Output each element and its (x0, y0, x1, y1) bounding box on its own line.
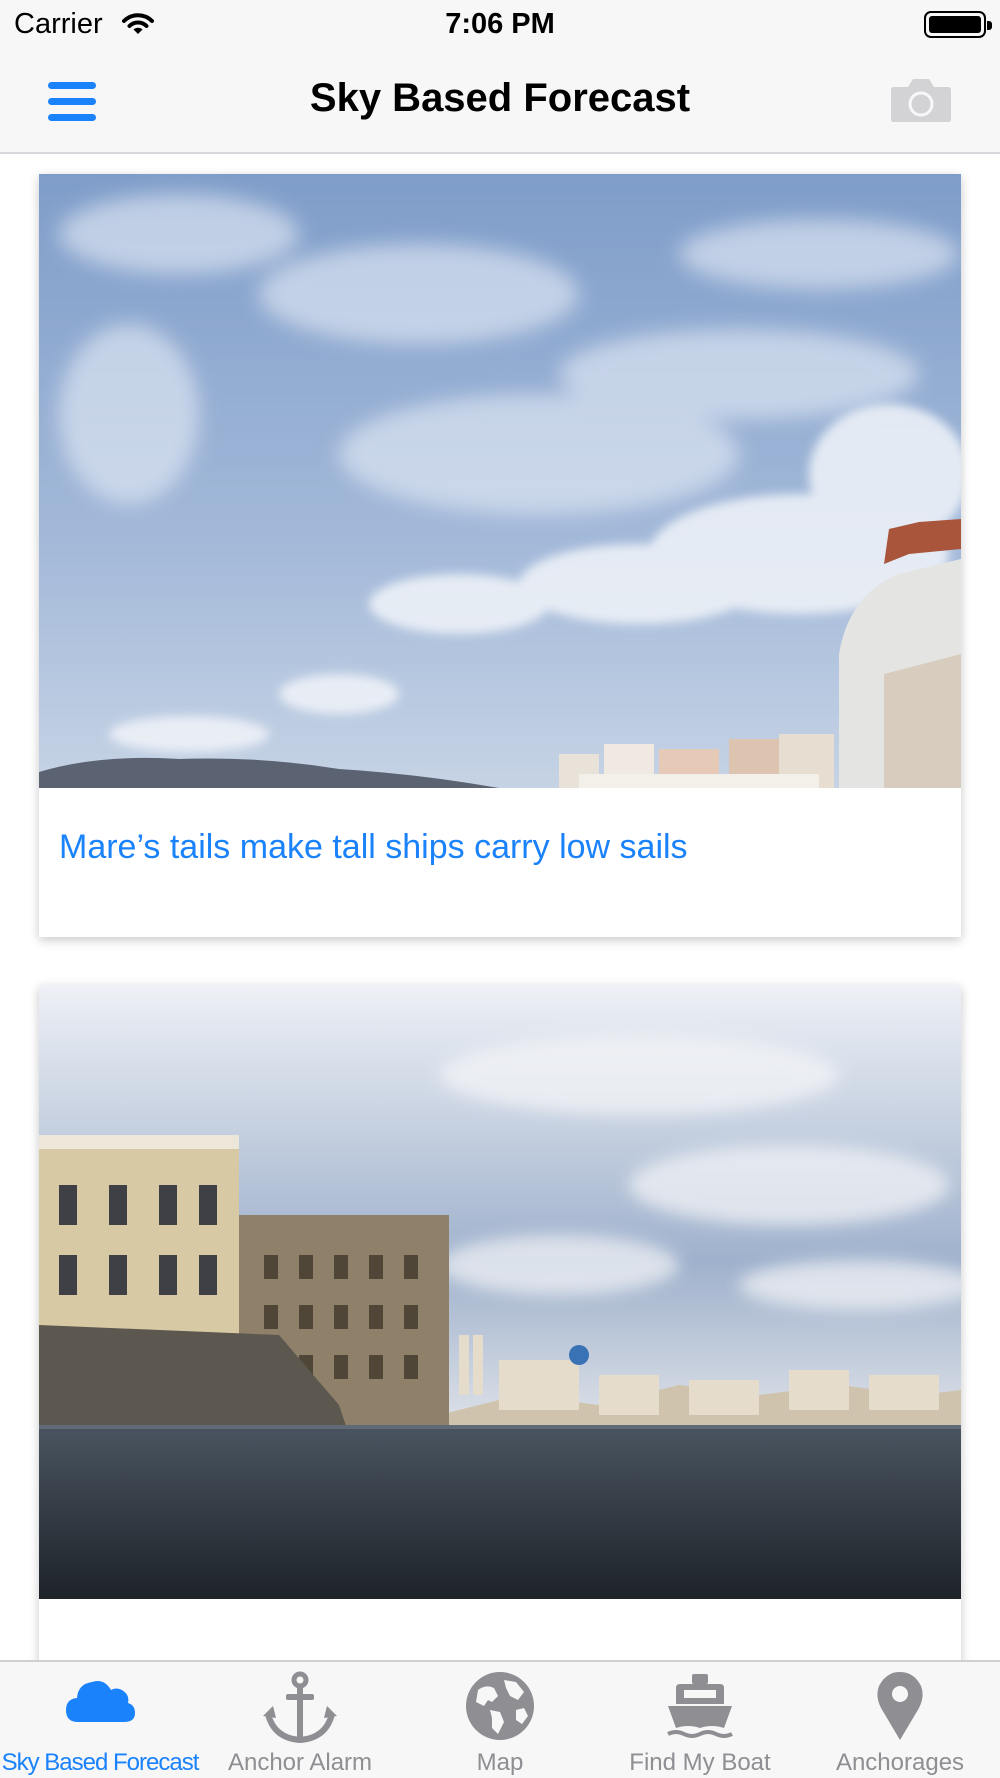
boat-icon (600, 1670, 800, 1742)
navigation-bar: Sky Based Forecast (0, 50, 1000, 154)
camera-icon[interactable] (890, 75, 952, 128)
page-title: Sky Based Forecast (309, 76, 691, 120)
tab-bar: Sky Based Forecast Anchor Alarm Map Find… (0, 1660, 1000, 1778)
battery-icon (924, 11, 992, 38)
forecast-card[interactable] (39, 985, 961, 1660)
tab-label: Find My Boat (629, 1749, 771, 1776)
forecast-feed[interactable]: Mare’s tails make tall ships carry low s… (0, 156, 1000, 1660)
globe-icon (400, 1670, 600, 1742)
tab-anchorages[interactable]: Anchorages (800, 1662, 1000, 1778)
tab-label: Sky Based Forecast (1, 1749, 200, 1776)
cloud-icon (0, 1670, 200, 1730)
tab-label: Anchor Alarm (227, 1749, 373, 1776)
tab-find-my-boat[interactable]: Find My Boat (600, 1662, 800, 1778)
card-caption: Mare’s tails make tall ships carry low s… (59, 828, 688, 866)
tab-label: Map (476, 1749, 524, 1776)
tab-anchor-alarm[interactable]: Anchor Alarm (200, 1662, 400, 1778)
tab-label: Anchorages (835, 1749, 965, 1776)
tab-sky-based-forecast[interactable]: Sky Based Forecast (0, 1662, 200, 1778)
harbor-town-photo (39, 985, 961, 1599)
cirrus-sky-photo (39, 174, 961, 788)
status-time: 7:06 PM (445, 8, 555, 40)
tab-map[interactable]: Map (400, 1662, 600, 1778)
status-bar: Carrier 7:06 PM (0, 0, 1000, 50)
anchor-icon (200, 1670, 400, 1746)
location-pin-icon (800, 1670, 1000, 1742)
forecast-card[interactable]: Mare’s tails make tall ships carry low s… (39, 174, 961, 937)
